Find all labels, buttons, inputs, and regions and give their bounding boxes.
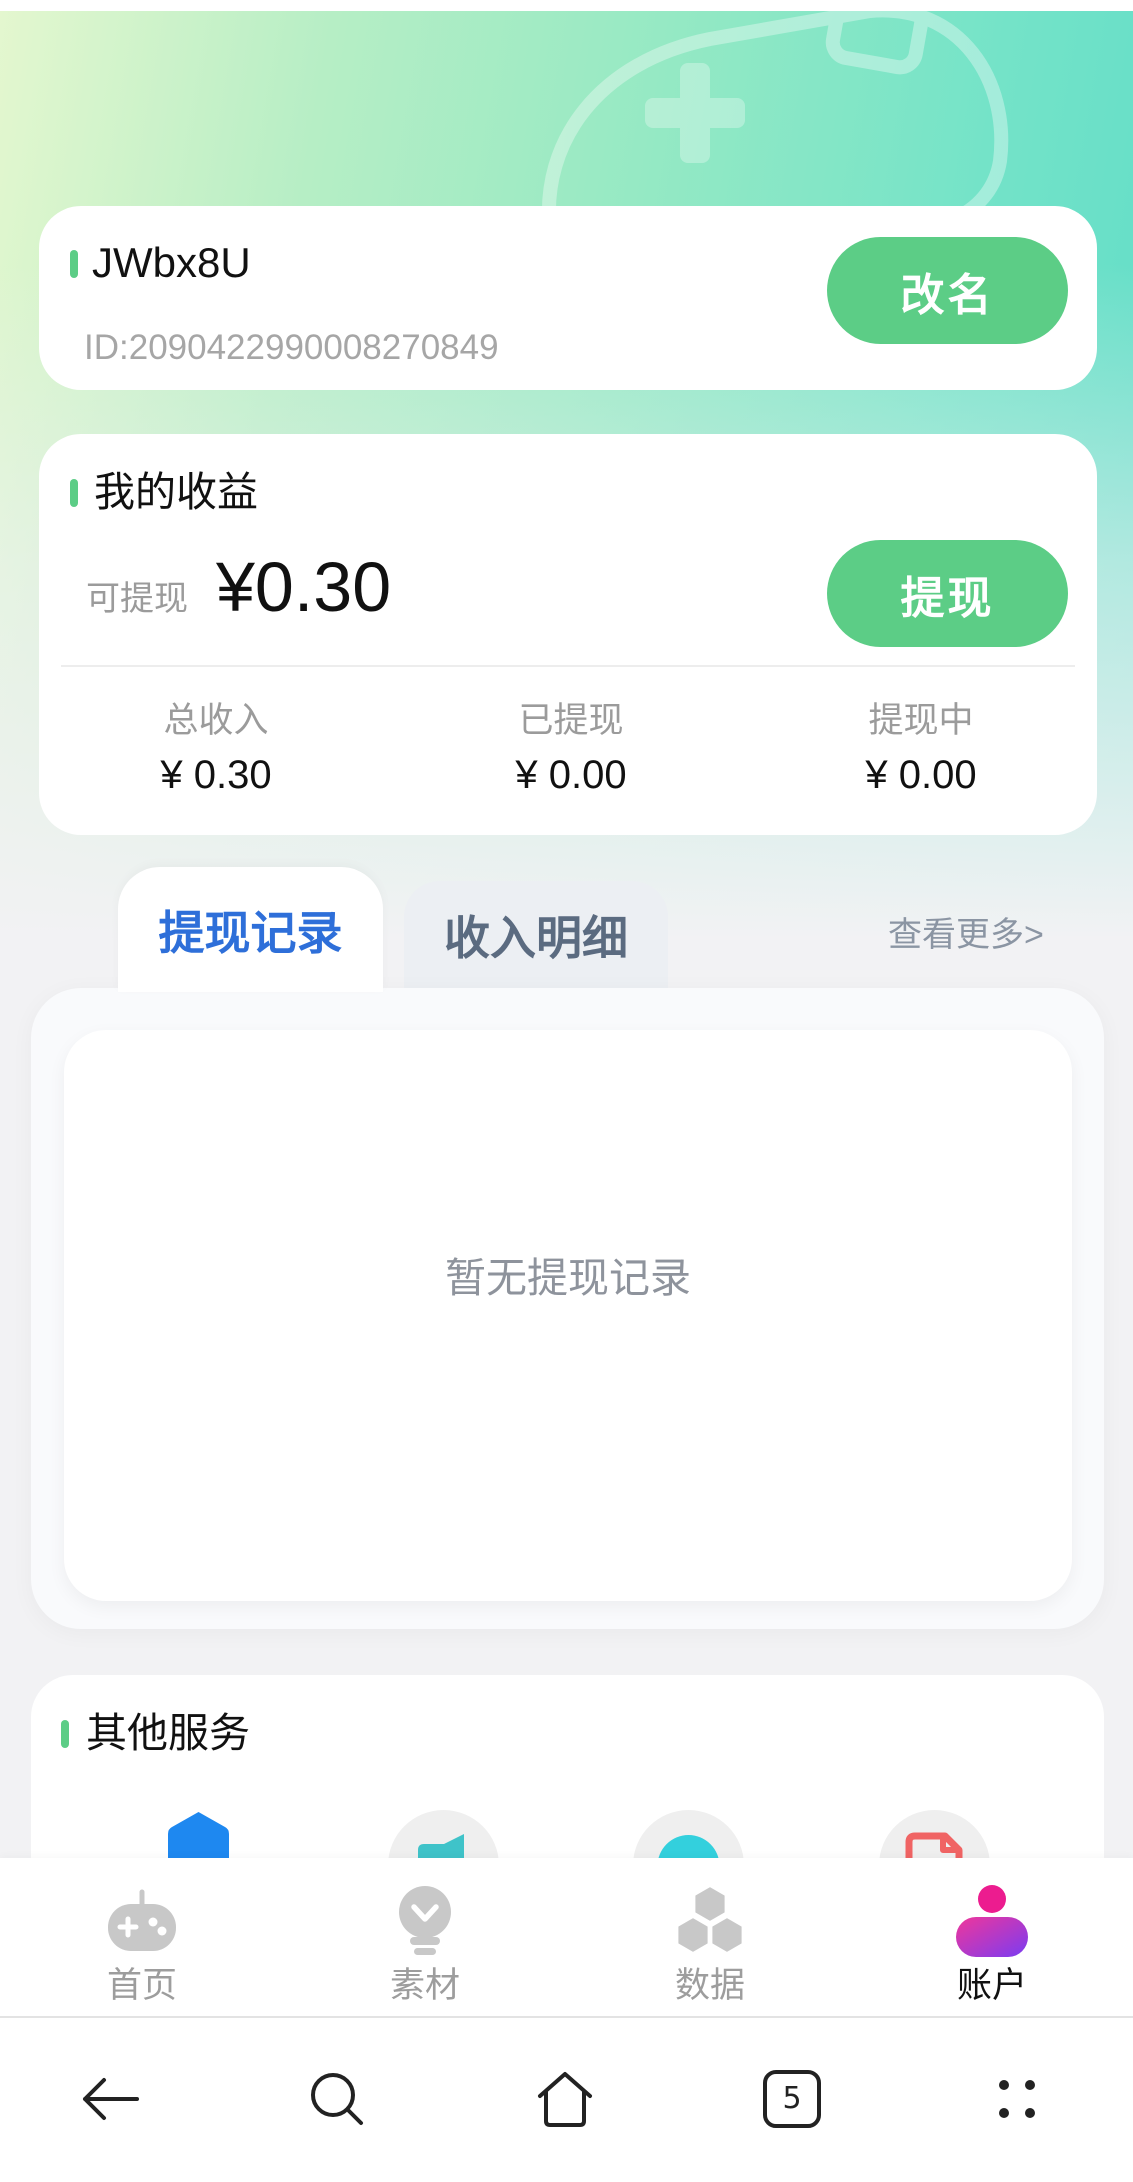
tabbar-icon-wrap bbox=[610, 1885, 810, 1957]
tab-income-details[interactable]: 收入明细 bbox=[404, 881, 668, 988]
stat-value: ¥ 0.30 bbox=[160, 753, 272, 797]
search-button[interactable] bbox=[305, 2067, 369, 2131]
withdrawable-label: 可提现 bbox=[86, 580, 188, 618]
back-button[interactable] bbox=[79, 2067, 143, 2131]
section-marker bbox=[70, 479, 78, 507]
services-title: 其他服务 bbox=[86, 1710, 250, 1756]
status-strip bbox=[0, 0, 1133, 11]
user-name: JWbx8U bbox=[92, 239, 251, 286]
tabbar-icon-wrap bbox=[42, 1885, 242, 1957]
tabs-icon: 5 bbox=[763, 2070, 821, 2128]
earnings-title: 我的收益 bbox=[94, 469, 258, 515]
tabbar-label: 账户 bbox=[956, 1966, 1027, 2005]
account-person-icon bbox=[956, 1885, 1028, 1957]
tabbar-label: 素材 bbox=[389, 1966, 460, 2005]
rename-button[interactable]: 改名 bbox=[827, 237, 1068, 344]
search-icon bbox=[311, 2073, 363, 2125]
tabbar-item-materials[interactable]: 素材 bbox=[325, 1858, 525, 2016]
records-panel: 暂无提现记录 bbox=[31, 988, 1104, 1629]
profile-card: JWbx8U ID:2090422990008270849 改名 bbox=[39, 206, 1097, 390]
view-more-link[interactable]: 查看更多> bbox=[888, 915, 1044, 955]
withdrawable-amount: ¥0.30 bbox=[216, 548, 392, 626]
tabbar-label: 数据 bbox=[674, 1966, 745, 2005]
tabbar-item-data[interactable]: 数据 bbox=[610, 1858, 810, 2016]
withdraw-button[interactable]: 提现 bbox=[827, 540, 1068, 647]
menu-dots-icon bbox=[999, 2080, 1035, 2118]
divider bbox=[61, 665, 1075, 667]
tab-count: 5 bbox=[782, 2081, 802, 2116]
stat-label: 已提现 bbox=[518, 701, 624, 740]
stat-value: ¥ 0.00 bbox=[865, 753, 977, 797]
hexagons-icon bbox=[676, 1886, 744, 1954]
stat-value: ¥ 0.00 bbox=[515, 753, 627, 797]
empty-state-text: 暂无提现记录 bbox=[445, 1255, 691, 1301]
tabbar-label: 首页 bbox=[106, 1966, 177, 2005]
tabbar-icon-wrap bbox=[325, 1885, 525, 1957]
earnings-card: 我的收益 可提现 ¥0.30 提现 总收入 ¥ 0.30 已提现 ¥ 0.00 … bbox=[39, 434, 1097, 835]
browser-nav-bar: 5 bbox=[0, 2018, 1133, 2182]
menu-button[interactable] bbox=[985, 2067, 1049, 2131]
section-marker bbox=[70, 250, 78, 278]
back-arrow-icon bbox=[83, 2078, 139, 2120]
gamepad-icon bbox=[108, 1889, 176, 1951]
tabs-button[interactable]: 5 bbox=[760, 2067, 824, 2131]
home-icon bbox=[538, 2072, 592, 2127]
tabbar-icon-wrap bbox=[892, 1885, 1092, 1957]
tabbar-item-account[interactable]: 账户 bbox=[892, 1858, 1092, 2016]
user-id: ID:2090422990008270849 bbox=[84, 328, 499, 367]
records-list: 暂无提现记录 bbox=[64, 1030, 1072, 1601]
tabbar-item-home[interactable]: 首页 bbox=[42, 1858, 242, 2016]
home-button[interactable] bbox=[533, 2067, 597, 2131]
section-marker bbox=[61, 1720, 69, 1748]
lightbulb-icon bbox=[399, 1886, 451, 1955]
stat-label: 总收入 bbox=[163, 701, 269, 740]
stat-label: 提现中 bbox=[868, 701, 974, 740]
tab-withdraw-records[interactable]: 提现记录 bbox=[118, 867, 383, 992]
bottom-tab-bar: 首页 素材 数据 账户 bbox=[0, 1858, 1133, 2016]
